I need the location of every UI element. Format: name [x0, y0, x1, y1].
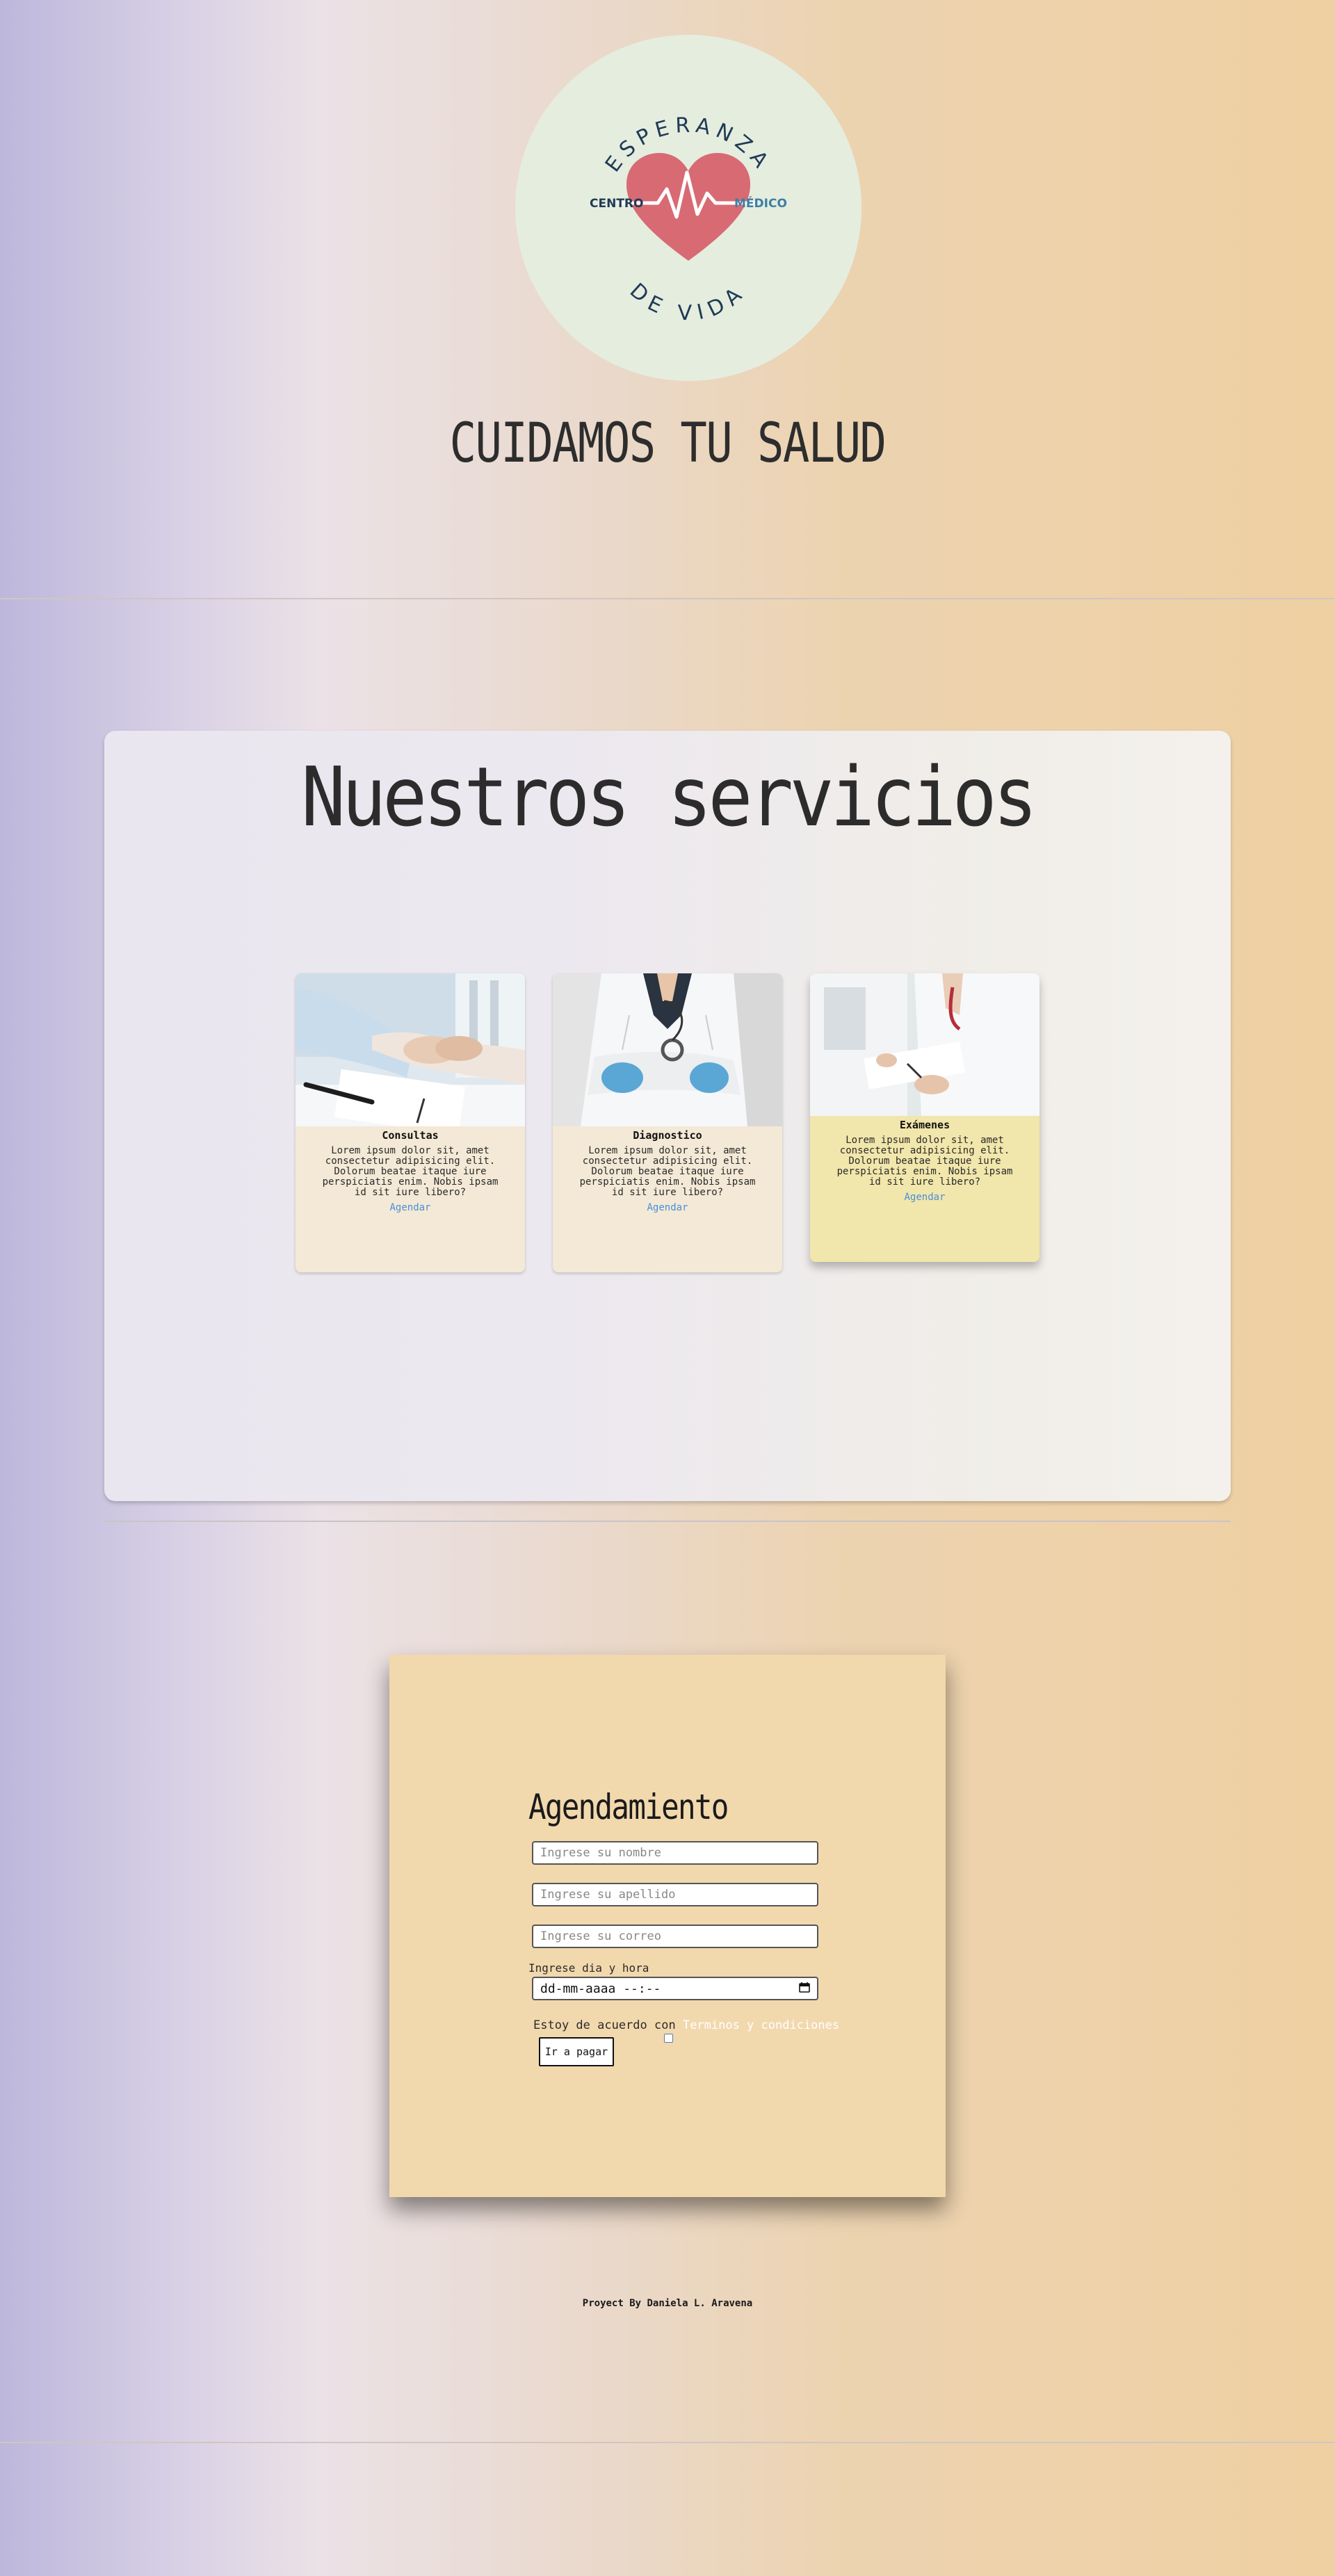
pay-button[interactable]: Ir a pagar: [539, 2037, 614, 2066]
service-card-consultas: Consultas Lorem ipsum dolor sit, amet co…: [296, 973, 525, 1272]
card-description: Lorem ipsum dolor sit, amet consectetur …: [322, 1145, 499, 1198]
terms-checkbox[interactable]: [664, 2034, 673, 2043]
terms-row: Estoy de acuerdo con Terminos y condicio…: [533, 2018, 839, 2032]
heart-logo-icon: ESPERANZA DE VIDA CENTRO MÉDICO: [590, 113, 787, 325]
card-title: Diagnostico: [633, 1129, 702, 1142]
card-image-consultas: [296, 973, 525, 1126]
email-input[interactable]: [532, 1925, 818, 1948]
header-divider: [0, 598, 1335, 599]
booking-title: Agendamiento: [528, 1787, 729, 1827]
service-card-examenes: Exámenes Lorem ipsum dolor sit, amet con…: [810, 973, 1039, 1262]
card-title: Consultas: [382, 1129, 439, 1142]
svg-text:ESPERANZA: ESPERANZA: [601, 113, 776, 177]
card-image-diagnostico: [553, 973, 782, 1126]
card-agendar-link[interactable]: Agendar: [810, 1192, 1039, 1203]
booking-form: Agendamiento Ingrese dia y hora dd-mm-aa…: [389, 1655, 946, 2197]
service-card-diagnostico: Diagnostico Lorem ipsum dolor sit, amet …: [553, 973, 782, 1272]
heart-shape: [626, 153, 750, 261]
card-agendar-link[interactable]: Agendar: [553, 1202, 782, 1213]
datetime-value: dd-mm-aaaa --:--: [540, 1981, 661, 1996]
terms-text: Estoy de acuerdo con: [533, 2018, 676, 2032]
footer-divider: [0, 2442, 1335, 2443]
datetime-input[interactable]: dd-mm-aaaa --:--: [532, 1977, 818, 2000]
footer-credit: Proyect By Daniela L. Aravena: [582, 2298, 753, 2309]
logo-left-text: CENTRO: [590, 197, 643, 211]
logo-right-text: MÉDICO: [734, 195, 787, 211]
terms-link[interactable]: Terminos y condiciones: [683, 2018, 839, 2032]
card-description: Lorem ipsum dolor sit, amet consectetur …: [579, 1145, 756, 1198]
clinic-logo: ESPERANZA DE VIDA CENTRO MÉDICO: [515, 35, 861, 381]
name-input[interactable]: [532, 1841, 818, 1865]
card-title: Exámenes: [899, 1119, 950, 1131]
lastname-input[interactable]: [532, 1883, 818, 1906]
hero-title: CUIDAMOS TU SALUD: [449, 412, 887, 475]
services-title: Nuestros servicios: [301, 749, 1037, 845]
card-description: Lorem ipsum dolor sit, amet consectetur …: [836, 1135, 1013, 1188]
logo-top-text: ESPERANZA: [601, 113, 770, 177]
card-image-examenes: [810, 973, 1039, 1116]
date-label: Ingrese dia y hora: [528, 1961, 649, 1975]
svg-text:DE VIDA: DE VIDA: [625, 279, 752, 325]
calendar-icon[interactable]: [799, 1982, 810, 1996]
panel-divider: [104, 1521, 1231, 1522]
card-agendar-link[interactable]: Agendar: [296, 1202, 525, 1213]
services-panel: Nuestros servicios Consultas Lorem ipsum…: [104, 731, 1231, 1522]
logo-bottom-text: DE VIDA: [625, 279, 745, 325]
